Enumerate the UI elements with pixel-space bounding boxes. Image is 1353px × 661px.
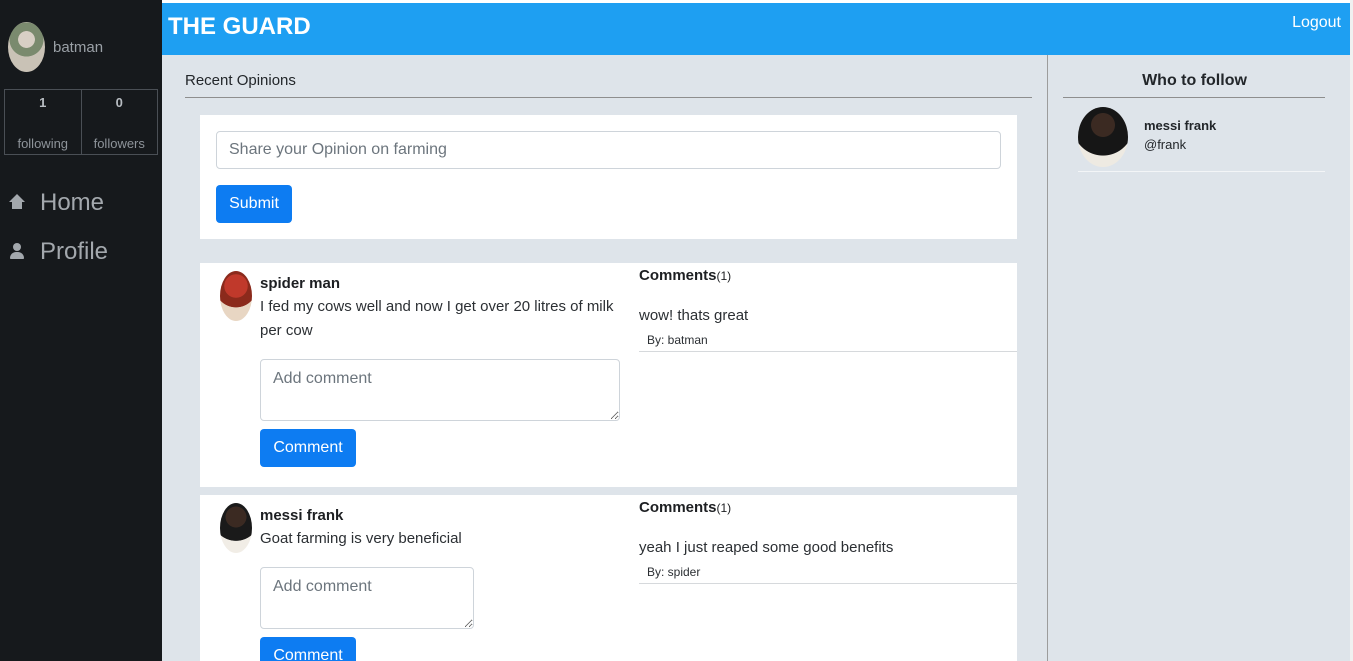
brand-title[interactable]: THE GUARD — [168, 13, 311, 41]
comment-text: yeah I just reaped some good benefits — [639, 539, 894, 556]
comments-count: (1) — [716, 501, 732, 515]
comments-label: Comments — [639, 267, 717, 284]
sidebar-item-label: Home — [40, 188, 105, 216]
comment-button[interactable]: Comment — [260, 429, 356, 467]
following-label: following — [17, 136, 69, 151]
divider — [639, 583, 1017, 584]
avatar[interactable] — [220, 271, 252, 321]
comment-author: By: batman — [647, 333, 708, 347]
stat-followers[interactable]: 0 followers — [80, 90, 158, 154]
opinion-input[interactable] — [216, 131, 1001, 169]
divider — [639, 351, 1017, 352]
logout-link[interactable]: Logout — [1292, 14, 1341, 32]
avatar[interactable] — [1078, 107, 1128, 167]
sidebar-username: batman — [53, 38, 104, 56]
post-author[interactable]: messi frank — [260, 507, 343, 524]
comment-input[interactable] — [260, 567, 474, 629]
comments-heading: Comments(1) — [639, 499, 731, 516]
comment-author: By: spider — [647, 565, 701, 579]
following-count: 1 — [39, 95, 47, 110]
followers-label: followers — [93, 136, 145, 151]
sidebar: batman 1 following 0 followers Home Prof… — [0, 0, 162, 661]
comments-count: (1) — [716, 269, 732, 283]
post-card: messi frank Goat farming is very benefic… — [200, 495, 1017, 661]
post-card: spider man I fed my cows well and now I … — [200, 263, 1017, 487]
sidebar-nav: Home Profile — [0, 178, 162, 276]
compose-card: Submit — [200, 115, 1017, 239]
divider — [1063, 97, 1325, 98]
user-icon — [8, 242, 26, 261]
comment-button[interactable]: Comment — [260, 637, 356, 661]
stat-following[interactable]: 1 following — [5, 90, 81, 154]
page-title: Recent Opinions — [185, 72, 296, 89]
suggestion-name[interactable]: messi frank — [1144, 118, 1216, 133]
main-feed: Recent Opinions Submit spider man I fed … — [162, 55, 1047, 661]
comments-label: Comments — [639, 499, 717, 516]
comments-heading: Comments(1) — [639, 267, 731, 284]
divider — [185, 97, 1032, 98]
follow-stats: 1 following 0 followers — [4, 89, 158, 155]
sidebar-user[interactable]: batman — [8, 22, 103, 72]
comment-text: wow! thats great — [639, 307, 749, 324]
suggestion-handle: @frank — [1144, 137, 1187, 152]
home-icon — [8, 193, 26, 212]
followers-count: 0 — [115, 95, 123, 110]
avatar[interactable] — [220, 503, 252, 553]
sidebar-item-home[interactable]: Home — [0, 178, 162, 227]
panel-title: Who to follow — [1142, 72, 1247, 89]
sidebar-item-profile[interactable]: Profile — [0, 227, 162, 276]
comment-input[interactable] — [260, 359, 620, 421]
sidebar-item-label: Profile — [40, 237, 109, 265]
post-author[interactable]: spider man — [260, 275, 340, 292]
avatar[interactable] — [8, 22, 45, 72]
who-to-follow-panel: Who to follow messi frank @frank — [1047, 55, 1350, 661]
top-bar: THE GUARD Logout — [162, 3, 1350, 55]
submit-button[interactable]: Submit — [216, 185, 292, 223]
post-text: Goat farming is very beneficial — [260, 530, 462, 547]
follow-suggestion[interactable]: messi frank @frank — [1078, 107, 1325, 172]
post-text: I fed my cows well and now I get over 20… — [260, 298, 614, 339]
